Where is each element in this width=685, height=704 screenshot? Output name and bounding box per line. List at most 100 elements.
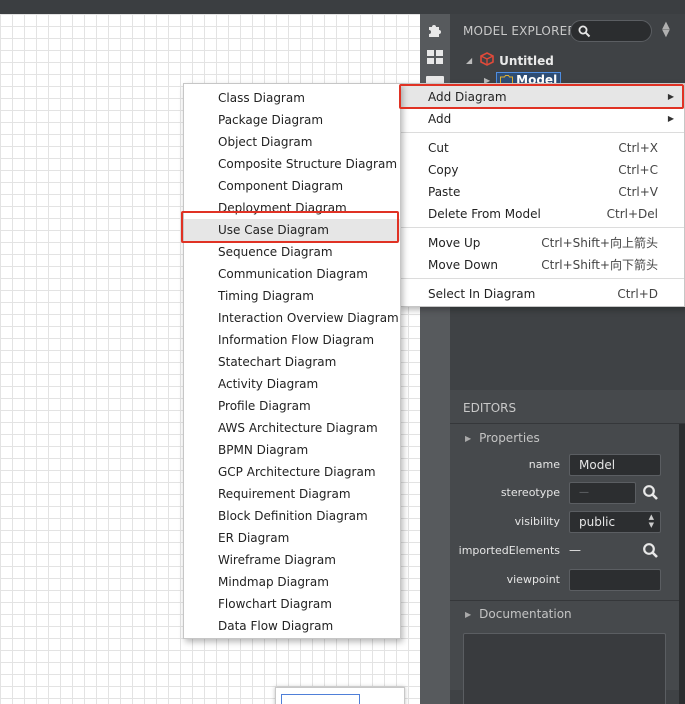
menu-item-label: Cut — [428, 141, 449, 155]
menu-item-wireframe-diagram[interactable]: Wireframe Diagram — [184, 549, 400, 571]
menu-item-label: Component Diagram — [218, 179, 344, 193]
menu-item-label: Add — [428, 112, 452, 126]
menu-item-label: Paste — [428, 185, 461, 199]
menu-item-label: Wireframe Diagram — [218, 553, 336, 567]
menu-item-label: Block Definition Diagram — [218, 509, 368, 523]
divider — [450, 600, 685, 601]
extensions-icon[interactable] — [426, 21, 444, 39]
menu-item-statechart-diagram[interactable]: Statechart Diagram — [184, 351, 400, 373]
menu-item-shortcut: Ctrl+X — [618, 141, 658, 155]
editors-scrollbar[interactable] — [679, 424, 685, 704]
menu-item-composite-structure-diagram[interactable]: Composite Structure Diagram — [184, 153, 400, 175]
menu-item-label: Profile Diagram — [218, 399, 311, 413]
menu-item-flowchart-diagram[interactable]: Flowchart Diagram — [184, 593, 400, 615]
select-arrows-icon: ▲ ▼ — [648, 513, 654, 529]
visibility-label: visibility — [514, 515, 560, 528]
menu-item-timing-diagram[interactable]: Timing Diagram — [184, 285, 400, 307]
model-explorer-title: MODEL EXPLORER — [463, 24, 576, 38]
menu-item-profile-diagram[interactable]: Profile Diagram — [184, 395, 400, 417]
context-menu: Add Diagram ▶ Add ▶ Cut Ctrl+X Copy Ctrl… — [399, 83, 685, 307]
menu-item-shortcut: Ctrl+Shift+向下箭头 — [541, 258, 658, 272]
tree-item-label: Untitled — [499, 53, 554, 68]
menu-separator — [400, 227, 684, 228]
menu-item-aws-architecture-diagram[interactable]: AWS Architecture Diagram — [184, 417, 400, 439]
menu-item-interaction-overview-diagram[interactable]: Interaction Overview Diagram — [184, 307, 400, 329]
imported-elements-value: — — [569, 543, 581, 557]
highlight-use-case-diagram — [181, 211, 399, 243]
project-cube-icon — [480, 52, 494, 69]
menu-item-label: Mindmap Diagram — [218, 575, 329, 589]
menu-item-package-diagram[interactable]: Package Diagram — [184, 109, 400, 131]
tree-item-untitled[interactable]: ◢ Untitled — [466, 52, 554, 69]
visibility-value: public — [579, 515, 616, 529]
search-icon — [578, 25, 591, 38]
menu-item-label: ER Diagram — [218, 531, 290, 545]
menu-item-label: Data Flow Diagram — [218, 619, 334, 633]
menu-item-er-diagram[interactable]: ER Diagram — [184, 527, 400, 549]
menu-item-paste[interactable]: Paste Ctrl+V — [400, 181, 684, 203]
menu-item-label: Information Flow Diagram — [218, 333, 375, 347]
menu-item-label: Sequence Diagram — [218, 245, 333, 259]
menu-item-move-down[interactable]: Move Down Ctrl+Shift+向下箭头 — [400, 254, 684, 276]
menu-item-label: Move Up — [428, 236, 481, 250]
menu-item-data-flow-diagram[interactable]: Data Flow Diagram — [184, 615, 400, 637]
menu-item-information-flow-diagram[interactable]: Information Flow Diagram — [184, 329, 400, 351]
menu-item-label: Class Diagram — [218, 91, 305, 105]
menu-item-add[interactable]: Add ▶ — [400, 108, 684, 130]
menu-item-gcp-architecture-diagram[interactable]: GCP Architecture Diagram — [184, 461, 400, 483]
menu-item-object-diagram[interactable]: Object Diagram — [184, 131, 400, 153]
menu-item-label: Composite Structure Diagram — [218, 157, 398, 171]
menu-item-select-in-diagram[interactable]: Select In Diagram Ctrl+D — [400, 283, 684, 305]
menu-item-label: Move Down — [428, 258, 498, 272]
minimap[interactable] — [275, 687, 405, 704]
menu-item-copy[interactable]: Copy Ctrl+C — [400, 159, 684, 181]
visibility-select[interactable]: public ▲ ▼ — [569, 511, 661, 533]
menu-item-block-definition-diagram[interactable]: Block Definition Diagram — [184, 505, 400, 527]
menu-item-requirement-diagram[interactable]: Requirement Diagram — [184, 483, 400, 505]
menu-item-label: Object Diagram — [218, 135, 313, 149]
menu-item-move-up[interactable]: Move Up Ctrl+Shift+向上箭头 — [400, 232, 684, 254]
highlight-add-diagram — [399, 84, 684, 109]
viewpoint-field[interactable] — [569, 569, 661, 591]
explorer-search-input[interactable] — [570, 20, 652, 42]
menu-separator — [400, 278, 684, 279]
documentation-textarea[interactable] — [463, 633, 666, 704]
menu-item-activity-diagram[interactable]: Activity Diagram — [184, 373, 400, 395]
collapsed-triangle-icon: ▶ — [465, 433, 472, 443]
menu-item-component-diagram[interactable]: Component Diagram — [184, 175, 400, 197]
minimap-viewport[interactable] — [281, 694, 360, 704]
menu-item-label: BPMN Diagram — [218, 443, 309, 457]
name-label: name — [528, 458, 560, 471]
menu-separator — [400, 132, 684, 133]
menu-item-mindmap-diagram[interactable]: Mindmap Diagram — [184, 571, 400, 593]
viewpoint-label: viewpoint — [506, 573, 560, 586]
menu-item-label: Timing Diagram — [218, 289, 314, 303]
menu-item-sequence-diagram[interactable]: Sequence Diagram — [184, 241, 400, 263]
divider — [450, 423, 685, 424]
add-diagram-submenu: Class Diagram Package Diagram Object Dia… — [183, 83, 401, 639]
menu-item-cut[interactable]: Cut Ctrl+X — [400, 137, 684, 159]
menu-item-communication-diagram[interactable]: Communication Diagram — [184, 263, 400, 285]
imported-elements-search-icon[interactable] — [642, 542, 660, 560]
menu-item-label: Requirement Diagram — [218, 487, 351, 501]
stereotype-search-icon[interactable] — [642, 484, 660, 502]
menu-item-delete-from-model[interactable]: Delete From Model Ctrl+Del — [400, 203, 684, 225]
properties-section-toggle[interactable]: ▶ Properties — [465, 431, 540, 445]
menu-item-label: Flowchart Diagram — [218, 597, 332, 611]
sort-icon[interactable]: ▲ ▼ — [660, 21, 672, 40]
menu-item-label: Communication Diagram — [218, 267, 368, 281]
expand-triangle-icon[interactable]: ◢ — [466, 56, 472, 65]
submenu-arrow-icon: ▶ — [667, 114, 674, 123]
documentation-section-toggle[interactable]: ▶ Documentation — [465, 607, 572, 621]
menu-item-shortcut: Ctrl+Del — [606, 207, 658, 221]
menu-item-class-diagram[interactable]: Class Diagram — [184, 87, 400, 109]
collapsed-triangle-icon: ▶ — [465, 609, 472, 619]
stereotype-label: stereotype — [500, 486, 560, 499]
menu-item-label: Package Diagram — [218, 113, 324, 127]
toolbox-icon[interactable] — [426, 48, 444, 66]
menu-item-bpmn-diagram[interactable]: BPMN Diagram — [184, 439, 400, 461]
name-field[interactable]: Model — [569, 454, 661, 476]
stereotype-field[interactable]: — — [569, 482, 636, 504]
menu-item-shortcut: Ctrl+D — [617, 287, 658, 301]
menu-item-shortcut: Ctrl+C — [618, 163, 658, 177]
